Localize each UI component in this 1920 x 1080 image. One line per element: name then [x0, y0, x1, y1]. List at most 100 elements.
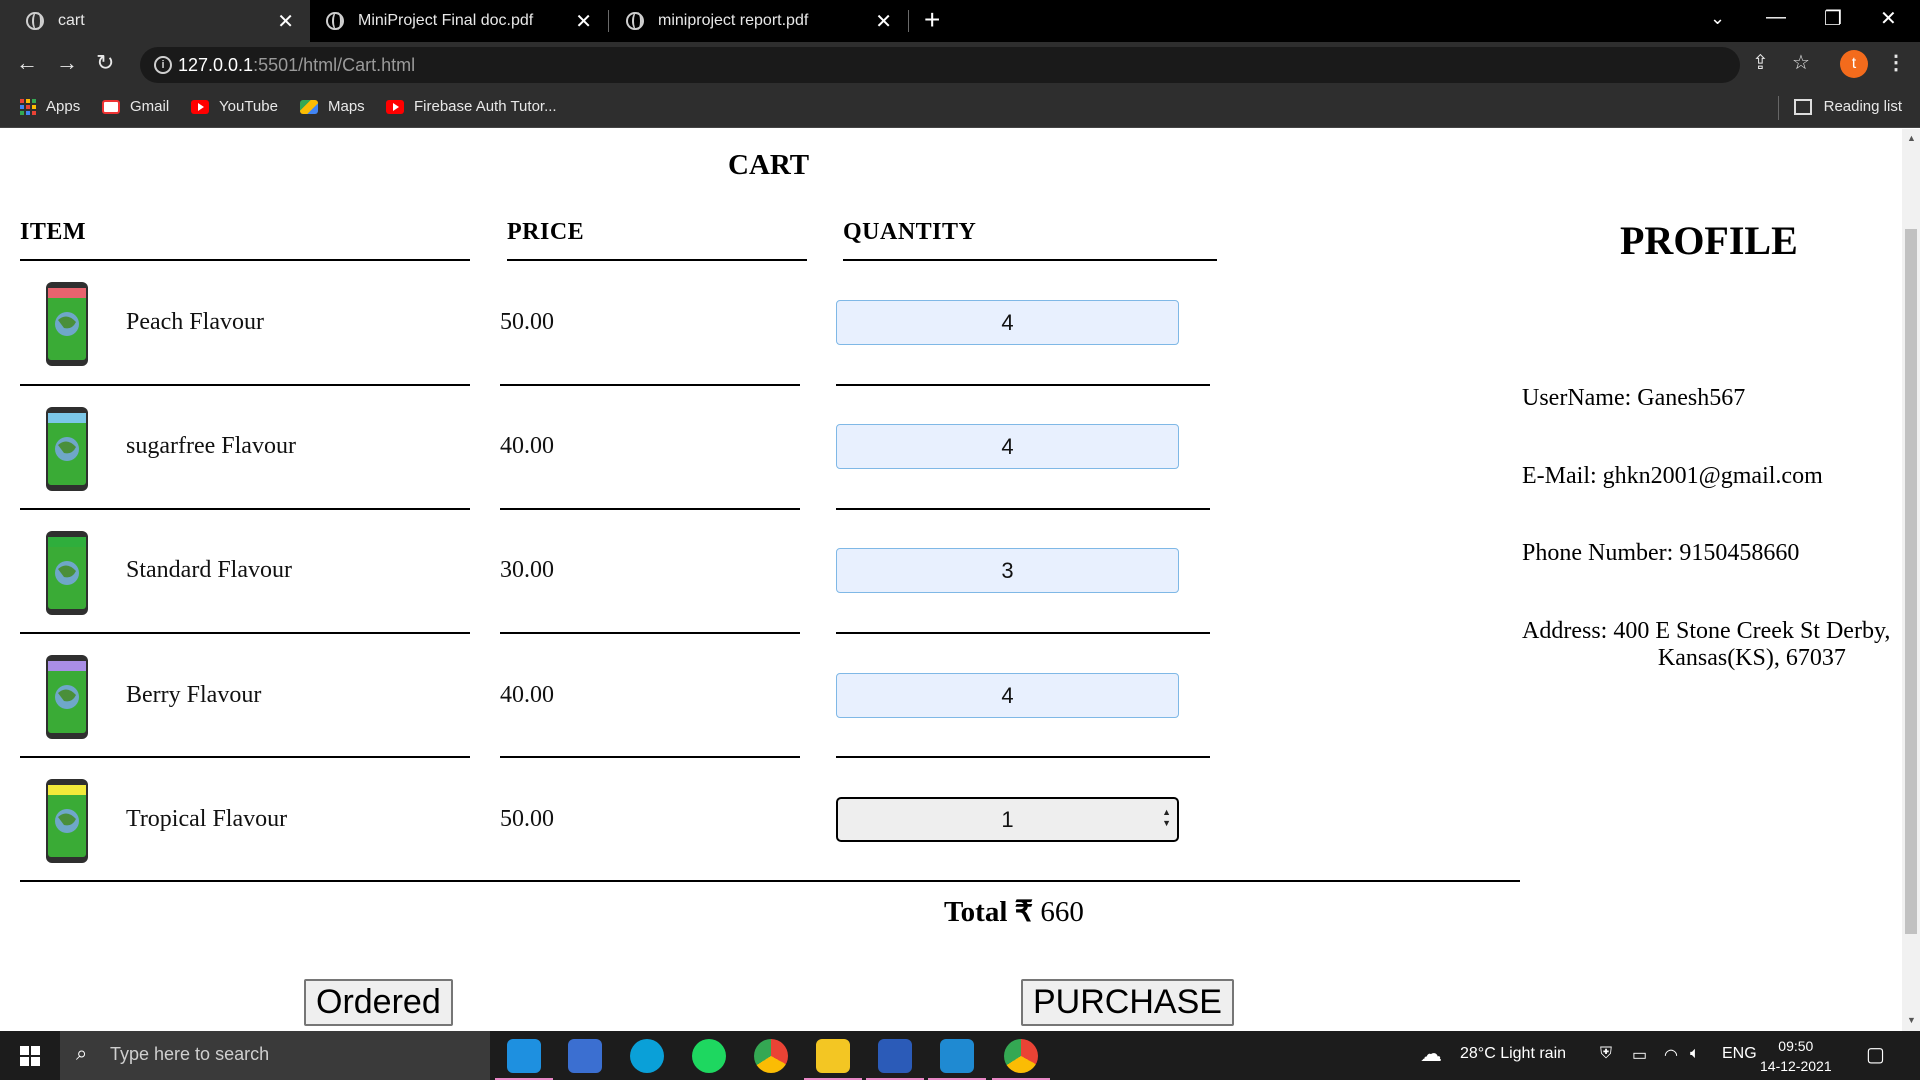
bookmark-label: Apps — [46, 98, 81, 115]
tab-search-chevron-icon[interactable]: ⌄ — [1710, 8, 1725, 29]
username-value: Ganesh567 — [1637, 385, 1746, 411]
clock-time: 09:50 — [1778, 1038, 1814, 1054]
tab-miniproject-report[interactable]: miniproject report.pdf ✕ — [608, 0, 908, 42]
close-tab-icon[interactable]: ✕ — [277, 9, 294, 34]
profile-avatar[interactable]: t — [1840, 50, 1868, 78]
total-value: 660 — [1040, 896, 1084, 928]
file-explorer-icon[interactable] — [804, 1039, 862, 1080]
header-divider — [843, 259, 1217, 261]
reading-list-label: Reading list — [1823, 98, 1902, 115]
bookmark-apps[interactable]: Apps — [20, 98, 80, 115]
new-tab-icon[interactable]: + — [924, 4, 940, 36]
item-price: 40.00 — [500, 433, 554, 459]
cart-total: Total ₹ 660 — [944, 894, 1084, 929]
share-icon[interactable]: ⇪ — [1752, 50, 1769, 75]
search-icon: ⌕ — [76, 1043, 88, 1065]
volume-icon[interactable]: 🔈︎ — [1690, 1045, 1700, 1063]
browser-tab-strip: cart ✕ MiniProject Final doc.pdf ✕ minip… — [0, 0, 1920, 42]
item-name: Tropical Flavour — [126, 806, 288, 832]
bookmark-firebase[interactable]: Firebase Auth Tutor... — [386, 98, 557, 115]
quantity-input[interactable]: 3 — [836, 548, 1179, 593]
profile-username: UserName: Ganesh567 — [1522, 385, 1745, 412]
word-icon[interactable] — [866, 1039, 924, 1080]
url-path: :5501/html/Cart.html — [253, 55, 416, 75]
item-price: 40.00 — [500, 682, 554, 708]
vscode-icon[interactable] — [928, 1039, 986, 1080]
back-icon[interactable]: ← — [16, 50, 38, 76]
quantity-input[interactable]: 4 — [836, 673, 1179, 718]
battery-icon[interactable]: ▭ — [1632, 1045, 1647, 1065]
chrome-profile-icon[interactable] — [992, 1039, 1050, 1080]
price-column-header: PRICE — [507, 219, 585, 245]
row-divider — [20, 508, 470, 510]
row-divider — [20, 632, 470, 634]
tab-cart[interactable]: cart ✕ — [0, 0, 310, 42]
bookmark-divider — [1778, 96, 1779, 120]
page-scrollbar[interactable]: ▲ ▼ — [1902, 129, 1920, 1031]
row-divider — [20, 756, 470, 758]
weather-text[interactable]: 28°C Light rain — [1460, 1045, 1566, 1063]
wifi-icon[interactable]: ◠ — [1664, 1045, 1678, 1065]
purchase-button[interactable]: PURCHASE — [1021, 979, 1234, 1026]
forward-icon[interactable]: → — [56, 50, 78, 76]
bookmark-youtube[interactable]: YouTube — [191, 98, 278, 115]
bookmark-star-icon[interactable]: ☆ — [1792, 50, 1810, 75]
mail-app-icon[interactable] — [495, 1039, 553, 1080]
defender-icon[interactable]: ⛨ — [1600, 1045, 1612, 1063]
email-label: E-Mail: — [1522, 463, 1597, 489]
berry-can-image — [46, 655, 88, 739]
spinner-arrows-icon[interactable]: ▲ ▼ — [1162, 807, 1171, 829]
quantity-value: 1 — [1001, 807, 1014, 832]
gmail-icon — [102, 99, 120, 114]
edge-icon[interactable] — [630, 1039, 664, 1073]
tab-title: cart — [58, 12, 85, 29]
url-host: 127.0.0.1:5501/html/Cart.html — [178, 55, 416, 75]
email-value: ghkn2001@gmail.com — [1602, 463, 1823, 489]
tab-title: miniproject report.pdf — [658, 12, 809, 29]
restore-icon[interactable]: ❐ — [1824, 6, 1842, 31]
address-line-1: 400 E Stone Creek St Derby, — [1613, 618, 1891, 644]
quantity-input[interactable]: 4 — [836, 300, 1179, 345]
ordered-button[interactable]: Ordered — [304, 979, 453, 1026]
tab-divider — [908, 10, 909, 32]
scroll-up-icon[interactable]: ▲ — [1907, 133, 1916, 143]
spotify-icon[interactable] — [692, 1039, 726, 1073]
windows-start-icon[interactable] — [20, 1046, 40, 1066]
language-indicator[interactable]: ENG — [1722, 1045, 1757, 1063]
taskbar-search[interactable]: ⌕ Type here to search — [60, 1031, 490, 1080]
header-divider — [507, 259, 807, 261]
bookmark-label: YouTube — [219, 98, 278, 115]
close-tab-icon[interactable]: ✕ — [875, 9, 892, 34]
bookmark-maps[interactable]: Maps — [300, 98, 365, 115]
menu-dots-icon[interactable]: ⋮ — [1886, 50, 1906, 75]
quantity-input[interactable]: 4 — [836, 424, 1179, 469]
address-line-2: Kansas(KS), 67037 — [1657, 645, 1846, 671]
file-transfer-icon[interactable] — [568, 1039, 602, 1073]
tab-miniproject-final[interactable]: MiniProject Final doc.pdf ✕ — [310, 0, 608, 42]
reading-list-button[interactable]: Reading list — [1793, 98, 1902, 115]
reload-icon[interactable]: ↻ — [96, 50, 114, 76]
bookmarks-bar: Apps Gmail YouTube Maps Firebase Auth Tu… — [0, 88, 1920, 128]
header-divider — [20, 259, 470, 261]
scroll-thumb[interactable] — [1905, 229, 1917, 934]
scroll-down-icon[interactable]: ▼ — [1907, 1015, 1916, 1025]
currency-symbol: ₹ — [1014, 896, 1034, 928]
row-divider — [836, 384, 1210, 386]
page-content: CART ITEM PRICE QUANTITY Peach Flavour 5… — [0, 129, 1902, 1031]
peach-can-image — [46, 282, 88, 366]
site-info-icon[interactable]: i — [154, 56, 172, 74]
minimize-icon[interactable]: — — [1766, 6, 1786, 29]
bookmark-gmail[interactable]: Gmail — [102, 98, 169, 115]
bookmark-label: Gmail — [130, 98, 170, 115]
quantity-input-focused[interactable]: 1 ▲ ▼ — [836, 797, 1179, 842]
system-clock[interactable]: 09:50 14-12-2021 — [1760, 1036, 1832, 1076]
chrome-icon[interactable] — [754, 1039, 788, 1073]
row-divider — [20, 384, 470, 386]
address-bar[interactable]: i 127.0.0.1:5501/html/Cart.html — [140, 47, 1740, 83]
close-window-icon[interactable]: ✕ — [1880, 6, 1897, 31]
row-divider — [836, 756, 1210, 758]
apps-grid-icon — [20, 98, 36, 115]
bookmark-label: Maps — [328, 98, 365, 115]
close-tab-icon[interactable]: ✕ — [575, 9, 592, 34]
notifications-icon[interactable]: ▢ — [1866, 1042, 1885, 1067]
